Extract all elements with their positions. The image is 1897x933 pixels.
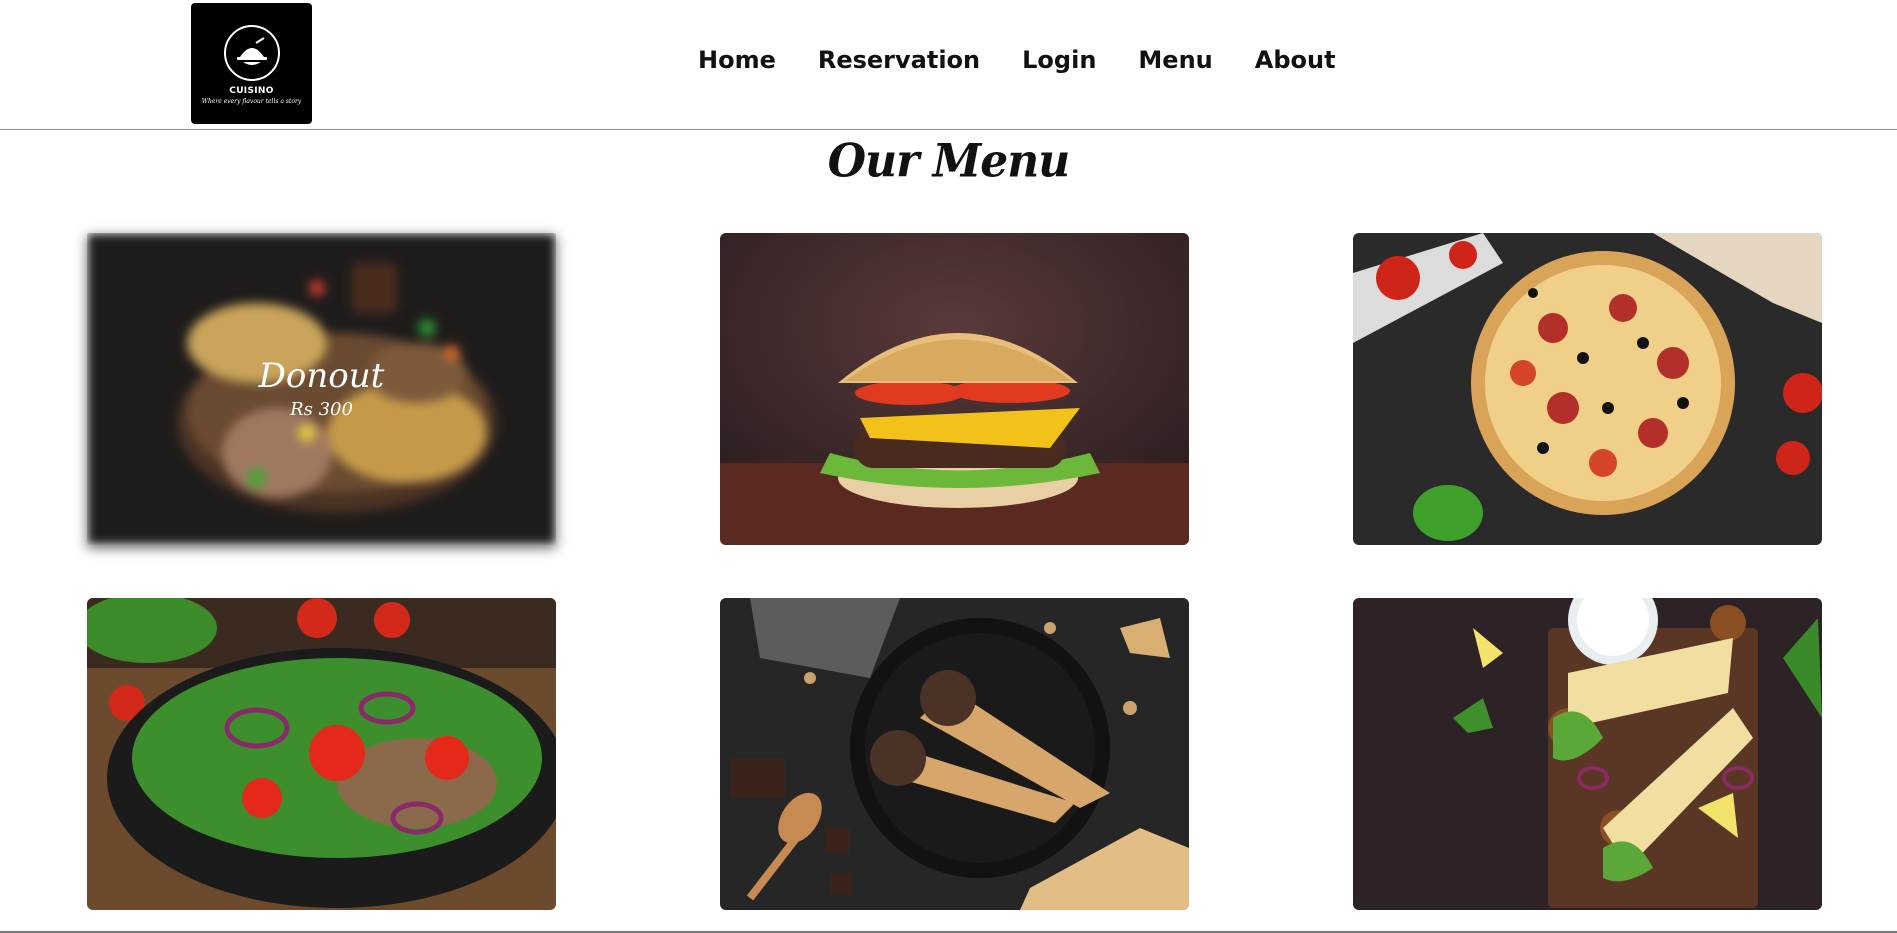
nav-login[interactable]: Login: [1022, 46, 1096, 74]
menu-card-salad[interactable]: [87, 598, 556, 910]
site-header: CUISINO Where every flavour tells a stor…: [0, 0, 1897, 130]
menu-card-pizza[interactable]: [1353, 233, 1822, 545]
brand-name: CUISINO: [229, 86, 274, 96]
item-name: Donout: [258, 355, 385, 396]
menu-card-ice-cream[interactable]: [720, 598, 1189, 910]
serving-cloche-icon: [236, 37, 267, 65]
item-price: Rs 300: [290, 398, 353, 420]
nav-home[interactable]: Home: [698, 46, 776, 74]
nav-menu[interactable]: Menu: [1138, 46, 1212, 74]
menu-card-burger[interactable]: [720, 233, 1189, 545]
burger-image: [720, 233, 1189, 545]
featured-overlay: Donout Rs 300: [87, 233, 556, 545]
nav-about[interactable]: About: [1255, 46, 1336, 74]
ice-cream-cone-image: [720, 598, 1189, 910]
nav-reservation[interactable]: Reservation: [818, 46, 980, 74]
logo-emblem: [223, 25, 280, 81]
pizza-image: [1353, 233, 1822, 545]
wrap-image: [1353, 598, 1822, 910]
main-nav: Home Reservation Login Menu About: [698, 42, 1336, 78]
menu-title: Our Menu: [827, 134, 1071, 189]
salad-image: [87, 598, 556, 910]
menu-card-wrap[interactable]: [1353, 598, 1822, 910]
menu-card-donut[interactable]: Donout Rs 300: [87, 233, 556, 545]
brand-logo[interactable]: CUISINO Where every flavour tells a stor…: [191, 3, 312, 124]
brand-tagline: Where every flavour tells a story: [201, 98, 302, 105]
